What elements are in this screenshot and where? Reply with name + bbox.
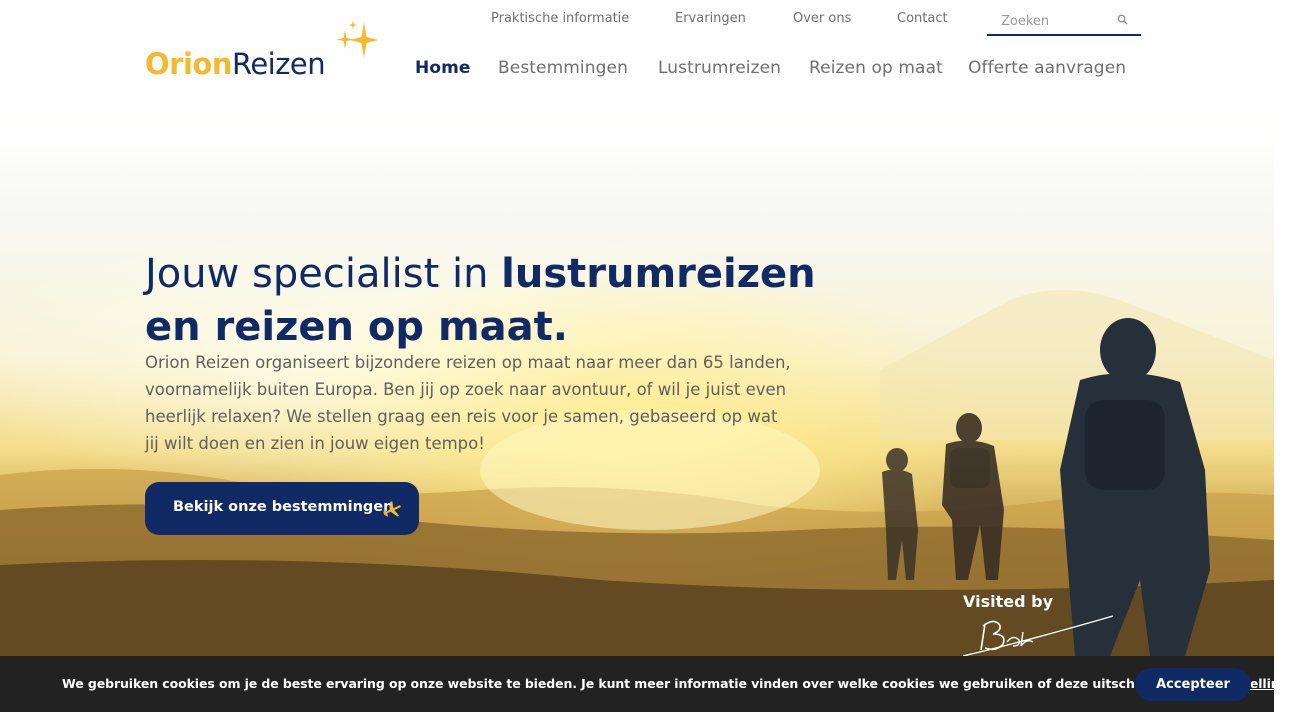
destinations-cta-button[interactable]: Bekijk onze bestemmingen: [145, 482, 419, 535]
accept-cookies-button[interactable]: Accepteer: [1135, 668, 1251, 701]
nav-lustrumreizen[interactable]: Lustrumreizen: [658, 58, 781, 78]
nav-bestemmingen[interactable]: Bestemmingen: [498, 58, 628, 78]
hero-headline: Jouw specialist in lustrumreizen en reiz…: [145, 248, 825, 354]
logo-orion: Orion: [145, 47, 232, 81]
topnav-over-ons[interactable]: Over ons: [793, 11, 851, 26]
signature-icon: [963, 615, 1114, 656]
visited-by-badge: Visited by: [963, 590, 1123, 656]
cta-label: Bekijk onze bestemmingen: [173, 499, 394, 515]
topnav-contact[interactable]: Contact: [897, 11, 948, 26]
cookie-message: We gebruiken cookies om je de beste erva…: [62, 676, 1294, 691]
cookie-message-text: We gebruiken cookies om je de beste erva…: [62, 676, 1224, 691]
plane-icon: [383, 501, 401, 517]
hero-intro-text: Orion Reizen organiseert bijzondere reiz…: [145, 353, 791, 453]
nav-reizen-op-maat[interactable]: Reizen op maat: [809, 58, 943, 78]
logo-wordmark: OrionReizen: [145, 46, 326, 82]
hero-banner: Jouw specialist in lustrumreizen en reiz…: [0, 110, 1274, 656]
sparkle-stars-icon: [337, 20, 378, 58]
site-header: OrionReizen Praktische informatie Ervari…: [0, 0, 1294, 110]
nav-offerte-aanvragen[interactable]: Offerte aanvragen: [968, 58, 1126, 78]
cookie-consent-bar: We gebruiken cookies om je de beste erva…: [0, 656, 1294, 712]
topnav-praktische-informatie[interactable]: Praktische informatie: [491, 11, 629, 26]
nav-home[interactable]: Home: [415, 58, 471, 78]
search-icon[interactable]: [1117, 14, 1128, 25]
page-gutter: [1274, 0, 1294, 712]
site-logo[interactable]: OrionReizen: [145, 18, 385, 84]
logo-reizen: Reizen: [231, 47, 326, 81]
topnav-ervaringen[interactable]: Ervaringen: [675, 11, 746, 26]
visited-by-label: Visited by: [963, 592, 1053, 611]
search-box: [987, 6, 1141, 36]
hero-top-fade: [0, 110, 1274, 170]
headline-light: Jouw specialist in: [145, 251, 502, 297]
search-input[interactable]: [1001, 11, 1111, 31]
